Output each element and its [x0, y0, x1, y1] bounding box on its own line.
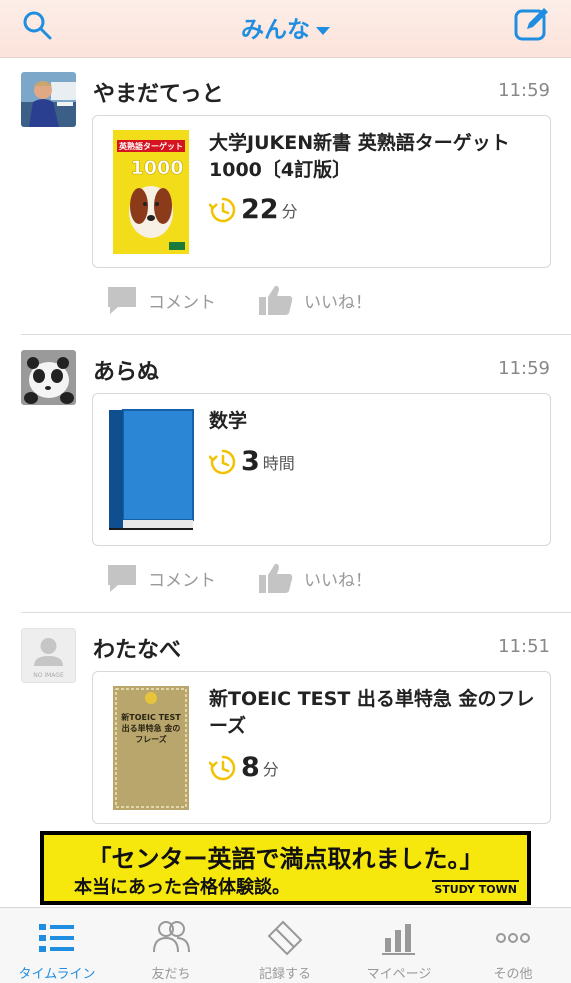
username[interactable]: わたなべ [93, 632, 181, 664]
tab-record[interactable]: 記録する [228, 908, 342, 983]
thumbs-up-icon [259, 563, 293, 593]
book-cover [109, 409, 194, 530]
tab-label: 記録する [258, 967, 311, 982]
like-button[interactable]: いいね！ [258, 562, 372, 596]
ad-banner[interactable]: 「センター英語で満点取れました。」 本当にあった合格体験談。 STUDY TOW… [40, 831, 531, 905]
comment-icon [108, 565, 136, 592]
duration-unit: 時間 [262, 453, 295, 473]
duration-value: 8 [241, 752, 260, 783]
tab-label: 友だち [151, 967, 191, 982]
post-time: 11:59 [498, 80, 550, 101]
book-cover: 新TOEIC TEST 出る単特急 金のフレーズ [113, 686, 189, 810]
post-time: 11:51 [498, 636, 550, 657]
feed-filter-dropdown[interactable]: みんな [0, 10, 571, 44]
comment-label: コメント [148, 292, 216, 313]
comment-button[interactable]: コメント [106, 562, 216, 596]
duration-unit: 分 [281, 201, 298, 221]
study-record-card[interactable]: 数学 3 時間 [92, 393, 551, 546]
avatar[interactable]: NO IMAGE [21, 628, 76, 683]
post-divider [21, 612, 571, 613]
tab-label: マイページ [366, 967, 432, 982]
duration-value: 22 [241, 194, 279, 225]
username[interactable]: やまだてっと [93, 76, 224, 108]
ad-headline: 「センター英語で満点取れました。」 [87, 845, 484, 873]
study-duration: 8分 [209, 752, 279, 783]
tab-friends[interactable]: 友だち [114, 908, 228, 983]
clock-icon [209, 755, 236, 780]
tab-label: その他 [493, 967, 533, 982]
study-duration: 3 時間 [209, 446, 295, 477]
book-cover-number: 1000 [131, 157, 184, 179]
book-title: 新TOEIC TEST 出る単特急 金のフレーズ [209, 688, 535, 737]
ad-logo: STUDY TOWN [432, 880, 519, 897]
study-record-card[interactable]: 新TOEIC TEST 出る単特急 金のフレーズ 新TOEIC TEST 出る単… [92, 671, 551, 824]
caret-down-icon [316, 26, 330, 35]
no-image-label: NO IMAGE [33, 672, 64, 679]
page-title: みんな [241, 17, 310, 43]
like-label: いいね！ [304, 570, 372, 591]
tab-timeline[interactable]: タイムライン [0, 908, 114, 983]
duration-unit: 分 [262, 759, 279, 779]
book-title: 大学JUKEN新書 英熟語ターゲット1000〔4訂版〕 [209, 132, 510, 181]
duration-value: 3 [241, 446, 260, 477]
more-icon [496, 933, 530, 943]
friends-icon [153, 921, 190, 953]
book-cover-title: 新TOEIC TEST 出る単特急 金のフレーズ [121, 713, 181, 744]
study-duration: 22 分 [209, 194, 298, 225]
eraser-icon [267, 920, 303, 956]
ad-subline: 本当にあった合格体験談。 [74, 877, 290, 898]
tab-mypage[interactable]: マイページ [342, 908, 456, 983]
comment-button[interactable]: コメント [106, 284, 216, 318]
book-title: 数学 [209, 410, 248, 432]
clock-icon [209, 197, 236, 222]
like-button[interactable]: いいね！ [258, 284, 372, 318]
bar-chart-icon [382, 924, 415, 955]
book-cover-title: 英熟語ターゲット [118, 141, 183, 151]
list-icon [39, 924, 74, 952]
thumbs-up-icon [259, 285, 293, 315]
tab-more[interactable]: その他 [456, 908, 570, 983]
post-time: 11:59 [498, 358, 550, 379]
post-divider [21, 334, 571, 335]
comment-label: コメント [148, 570, 216, 591]
study-record-card[interactable]: 英熟語ターゲット 1000 大学JUKEN新書 英熟語ターゲット1000〔4訂版… [92, 115, 551, 268]
username[interactable]: あらぬ [93, 354, 159, 386]
avatar[interactable] [21, 72, 76, 127]
like-label: いいね！ [304, 292, 372, 313]
compose-icon[interactable] [513, 5, 551, 43]
book-cover: 英熟語ターゲット 1000 [113, 130, 189, 254]
clock-icon [209, 449, 236, 474]
bottom-tab-bar: タイムライン 友だち 記録する マイページ その他 [0, 907, 571, 983]
tab-label: タイムライン [18, 967, 96, 982]
avatar[interactable] [21, 350, 76, 405]
comment-icon [108, 287, 136, 314]
top-nav-bar: みんな [0, 0, 571, 58]
ad-banner-body: 「センター英語で満点取れました。」 本当にあった合格体験談。 STUDY TOW… [44, 835, 527, 901]
